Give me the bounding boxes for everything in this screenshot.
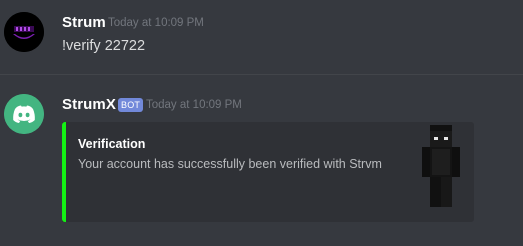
bot-badge: BOT: [118, 98, 144, 112]
avatar[interactable]: [4, 94, 44, 134]
verification-embed: Verification Your account has successful…: [62, 122, 474, 222]
message: StrumX BOT Today at 10:09 PM Verificatio…: [0, 88, 523, 246]
strum-logo-avatar-icon: [4, 12, 44, 52]
username[interactable]: StrumX: [62, 96, 116, 113]
message-content: !verify 22722: [62, 38, 146, 54]
embed-description: Your account has successfully been verif…: [78, 157, 382, 171]
avatar[interactable]: [4, 12, 44, 52]
message-divider: [0, 74, 523, 75]
timestamp: Today at 10:09 PM: [108, 17, 204, 29]
username[interactable]: Strum: [62, 14, 106, 31]
message: Strum Today at 10:09 PM !verify 22722: [0, 0, 523, 72]
chat-messages: Strum Today at 10:09 PM !verify 22722 St…: [0, 0, 523, 246]
discord-logo-avatar-icon: [4, 94, 44, 134]
embed-accent-bar: [62, 122, 66, 222]
timestamp: Today at 10:09 PM: [146, 99, 242, 111]
embed-title: Verification: [78, 137, 146, 151]
minecraft-skin-icon[interactable]: [410, 122, 470, 222]
